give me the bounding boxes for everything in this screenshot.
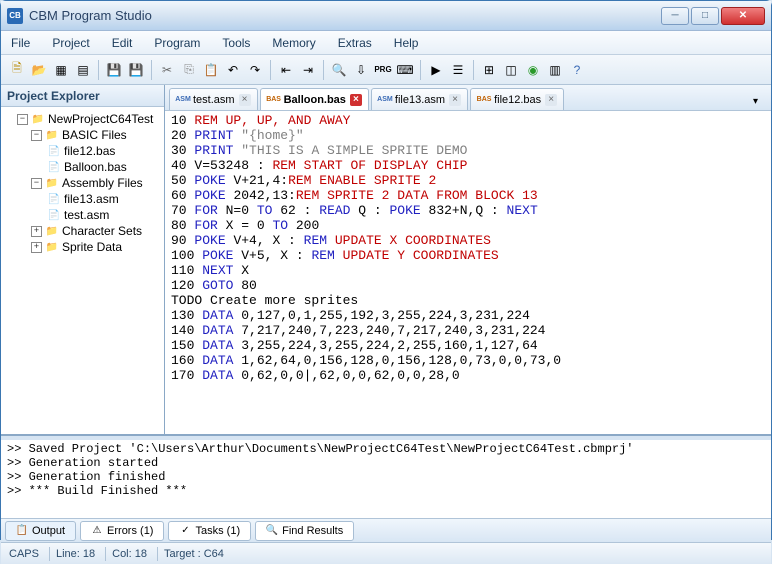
tab-close-icon[interactable]: × <box>350 94 362 106</box>
cut-icon[interactable]: ✂ <box>157 60 177 80</box>
tree-root[interactable]: −📁NewProjectC64Test <box>5 111 160 127</box>
output-tabs: 📋Output ⚠Errors (1) ✓Tasks (1) 🔍Find Res… <box>1 518 771 542</box>
output-tab-output[interactable]: 📋Output <box>5 521 76 541</box>
output-text[interactable]: >> Saved Project 'C:\Users\Arthur\Docume… <box>1 440 771 518</box>
menu-project[interactable]: Project <box>52 36 89 50</box>
status-caps: CAPS <box>9 548 39 560</box>
grid-icon[interactable]: ⊞ <box>479 60 499 80</box>
save-all-icon[interactable]: 💾 <box>126 60 146 80</box>
editor-tabs: ASMtest.asm× BASBalloon.bas× ASMfile13.a… <box>165 85 771 111</box>
keyboard-icon[interactable]: ⌨ <box>395 60 415 80</box>
tab-file13-asm[interactable]: ASMfile13.asm× <box>371 88 468 110</box>
title-bar: CB CBM Program Studio ─ □ ✕ <box>1 1 771 31</box>
maximize-button[interactable]: □ <box>691 7 719 25</box>
find-icon[interactable]: 🔍 <box>329 60 349 80</box>
output-tab-find[interactable]: 🔍Find Results <box>255 521 354 541</box>
indent-icon[interactable]: ⇤ <box>276 60 296 80</box>
copy-icon[interactable]: ⎘ <box>179 60 199 80</box>
tab-test-asm[interactable]: ASMtest.asm× <box>169 88 258 110</box>
editor-area: ASMtest.asm× BASBalloon.bas× ASMfile13.a… <box>165 85 771 434</box>
undo-icon[interactable]: ↶ <box>223 60 243 80</box>
menu-tools[interactable]: Tools <box>222 36 250 50</box>
tree-balloon-bas[interactable]: 📄Balloon.bas <box>5 159 160 175</box>
app-title: CBM Program Studio <box>29 8 661 23</box>
help-icon[interactable]: ? <box>567 60 587 80</box>
tree-character-sets[interactable]: +📁Character Sets <box>5 223 160 239</box>
menu-edit[interactable]: Edit <box>112 36 133 50</box>
form2-icon[interactable]: ▤ <box>73 60 93 80</box>
sprite-icon[interactable]: ◫ <box>501 60 521 80</box>
menu-extras[interactable]: Extras <box>338 36 372 50</box>
tab-close-icon[interactable]: × <box>545 94 557 106</box>
goto-icon[interactable]: ⇩ <box>351 60 371 80</box>
prg-icon[interactable]: PRG <box>373 60 393 80</box>
output-panel: >> Saved Project 'C:\Users\Arthur\Docume… <box>1 434 771 542</box>
menu-file[interactable]: File <box>11 36 30 50</box>
save-icon[interactable]: 💾 <box>104 60 124 80</box>
output-tab-errors[interactable]: ⚠Errors (1) <box>80 521 164 541</box>
main-area: Project Explorer −📁NewProjectC64Test −📁B… <box>1 85 771 434</box>
list-icon[interactable]: ☰ <box>448 60 468 80</box>
project-explorer-title: Project Explorer <box>1 85 164 107</box>
tree-file13-asm[interactable]: 📄file13.asm <box>5 191 160 207</box>
outdent-icon[interactable]: ⇥ <box>298 60 318 80</box>
code-editor[interactable]: 10 REM UP, UP, AND AWAY 20 PRINT "{home}… <box>165 111 771 434</box>
tab-close-icon[interactable]: × <box>449 94 461 106</box>
project-explorer: Project Explorer −📁NewProjectC64Test −📁B… <box>1 85 165 434</box>
tab-file12-bas[interactable]: BASfile12.bas× <box>470 88 564 110</box>
close-button[interactable]: ✕ <box>721 7 765 25</box>
menu-memory[interactable]: Memory <box>272 36 315 50</box>
status-bar: CAPS Line: 18 Col: 18 Target : C64 <box>1 542 771 564</box>
run-icon[interactable]: ▶ <box>426 60 446 80</box>
menu-bar: File Project Edit Program Tools Memory E… <box>1 31 771 55</box>
tree-assembly-files[interactable]: −📁Assembly Files <box>5 175 160 191</box>
tree-sprite-data[interactable]: +📁Sprite Data <box>5 239 160 255</box>
status-line: Line: 18 <box>56 548 95 560</box>
project-tree[interactable]: −📁NewProjectC64Test −📁BASIC Files 📄file1… <box>1 107 164 434</box>
new-file-icon[interactable]: 🗎 <box>7 60 27 80</box>
status-col: Col: 18 <box>112 548 147 560</box>
disk-icon[interactable]: ◉ <box>523 60 543 80</box>
app-icon: CB <box>7 8 23 24</box>
tree-basic-files[interactable]: −📁BASIC Files <box>5 127 160 143</box>
paste-icon[interactable]: 📋 <box>201 60 221 80</box>
tab-menu-icon[interactable]: ▾ <box>753 96 767 110</box>
menu-help[interactable]: Help <box>394 36 419 50</box>
open-folder-icon[interactable]: 📂 <box>29 60 49 80</box>
redo-icon[interactable]: ↷ <box>245 60 265 80</box>
tab-close-icon[interactable]: × <box>239 94 251 106</box>
memory-icon[interactable]: ▥ <box>545 60 565 80</box>
status-target: Target : C64 <box>164 548 224 560</box>
toolbar: 🗎 📂 ▦ ▤ 💾 💾 ✂ ⎘ 📋 ↶ ↷ ⇤ ⇥ 🔍 ⇩ PRG ⌨ ▶ ☰ … <box>1 55 771 85</box>
tree-file12-bas[interactable]: 📄file12.bas <box>5 143 160 159</box>
menu-program[interactable]: Program <box>154 36 200 50</box>
tab-balloon-bas[interactable]: BASBalloon.bas× <box>260 88 369 110</box>
form-icon[interactable]: ▦ <box>51 60 71 80</box>
tree-test-asm[interactable]: 📄test.asm <box>5 207 160 223</box>
output-tab-tasks[interactable]: ✓Tasks (1) <box>168 521 251 541</box>
minimize-button[interactable]: ─ <box>661 7 689 25</box>
